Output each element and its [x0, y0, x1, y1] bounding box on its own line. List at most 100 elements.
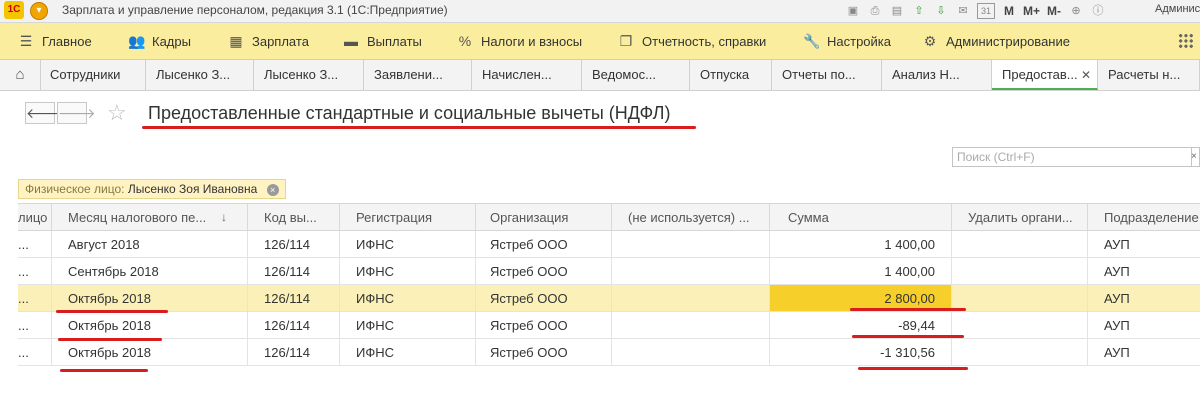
info-icon[interactable]: ⓘ [1090, 3, 1106, 19]
menu-item-main[interactable]: ☰ Главное [18, 23, 92, 59]
cell-code: 126/114 [248, 339, 340, 365]
cell-month: Октябрь 2018 [52, 339, 248, 365]
column-header-person[interactable]: лицо [18, 204, 52, 230]
cell-division: АУП [1104, 317, 1130, 333]
download-icon[interactable]: ⇩ [933, 3, 949, 19]
annotation-underline-month-3 [60, 369, 148, 372]
home-icon[interactable]: ⌂ [0, 60, 41, 90]
column-header-amount[interactable]: Сумма [770, 204, 952, 230]
close-tab-icon[interactable]: ✕ [1081, 60, 1091, 88]
cell-amount: 1 400,00 [770, 258, 952, 284]
menu-item-settings[interactable]: 🔧 Настройка [803, 23, 891, 59]
cell-person: ... [18, 312, 52, 338]
tab-lysenko-2[interactable]: Лысенко З... [254, 60, 364, 90]
cell-unused [612, 258, 770, 284]
all-functions-grid-icon[interactable] [1178, 33, 1194, 49]
column-header-delete-org[interactable]: Удалить органи... [952, 204, 1088, 230]
upload-icon[interactable]: ⇧ [911, 3, 927, 19]
column-header-registration[interactable]: Регистрация [340, 204, 476, 230]
column-header-organization[interactable]: Организация [476, 204, 612, 230]
menu-item-personnel[interactable]: 👥 Кадры [128, 23, 191, 59]
tab-applications[interactable]: Заявлени... [364, 60, 472, 90]
column-header-month[interactable]: Месяц налогового пе... ↓ [52, 204, 248, 230]
table-row[interactable]: ... Октябрь 2018 126/114 ИФНС Ястреб ООО… [18, 312, 1200, 339]
preview-icon[interactable]: ▤ [889, 3, 905, 19]
cell-delete-org [952, 258, 1088, 284]
mail-icon[interactable]: ✉ [955, 3, 971, 19]
toolbar-icons: ▣ ⎙ ▤ ⇧ ⇩ ✉ 31 M M+ M- ⊕ ⓘ [845, 2, 1106, 20]
cell-registration: ИФНС [340, 258, 476, 284]
tab-analysis[interactable]: Анализ Н... [882, 60, 992, 90]
memory-add-button[interactable]: M+ [1023, 3, 1040, 19]
report-icon: ❐ [619, 33, 633, 49]
table-header: лицо Месяц налогового пе... ↓ Код вы... Р… [18, 203, 1200, 231]
current-user[interactable]: Администратор [1155, 3, 1200, 15]
column-header-code[interactable]: Код вы... [248, 204, 340, 230]
cell-person: ... [18, 285, 52, 311]
cell-division: АУП [1104, 344, 1130, 360]
hamburger-icon: ☰ [19, 33, 33, 49]
menu-item-taxes[interactable]: % Налоги и взносы [457, 23, 582, 59]
memory-subtract-button[interactable]: M- [1046, 3, 1062, 19]
percent-icon: % [458, 33, 472, 49]
tab-accruals[interactable]: Начислен... [472, 60, 582, 90]
print-icon[interactable]: ⎙ [867, 3, 883, 19]
cell-division: АУП [1104, 263, 1130, 279]
menu-item-salary[interactable]: ▦ Зарплата [228, 23, 309, 59]
column-header-division[interactable]: Подразделение [1088, 204, 1200, 230]
filter-label: Физическое лицо: [25, 182, 125, 196]
cell-month: Октябрь 2018 [52, 312, 248, 338]
cell-amount: 1 400,00 [770, 231, 952, 257]
favorite-star-icon[interactable]: ☆ [107, 100, 127, 126]
cell-unused [612, 231, 770, 257]
table-row[interactable]: ... Август 2018 126/114 ИФНС Ястреб ООО … [18, 231, 1200, 258]
cell-organization: Ястреб ООО [476, 339, 612, 365]
cell-person: ... [18, 231, 52, 257]
search-input[interactable] [952, 147, 1192, 167]
tab-vacations[interactable]: Отпуска [690, 60, 772, 90]
cell-organization: Ястреб ООО [476, 231, 612, 257]
main-menu-dropdown-icon[interactable]: ▾ [30, 2, 48, 20]
cell-delete-org [952, 231, 1088, 257]
page-title: Предоставленные стандартные и социальные… [148, 103, 671, 123]
column-header-unused[interactable]: (не используется) ... [612, 204, 770, 230]
clear-filter-icon[interactable]: × [266, 183, 279, 196]
menu-item-reports[interactable]: ❐ Отчетность, справки [618, 23, 767, 59]
cell-code: 126/114 [248, 285, 340, 311]
cell-unused [612, 339, 770, 365]
tab-reports[interactable]: Отчеты по... [772, 60, 882, 90]
tab-statements[interactable]: Ведомос... [582, 60, 690, 90]
cell-delete-org [952, 312, 1088, 338]
cell-organization: Ястреб ООО [476, 312, 612, 338]
annotation-underline-month-1 [56, 310, 168, 313]
back-button[interactable]: 🡐 [25, 102, 64, 124]
zoom-in-icon[interactable]: ⊕ [1068, 3, 1084, 19]
open-windows-bar: ⌂ Сотрудники Лысенко З... Лысенко З... З… [0, 60, 1200, 91]
save-icon[interactable]: ▣ [845, 3, 861, 19]
cell-code: 126/114 [248, 312, 340, 338]
tab-deductions[interactable]: Предостав... ✕ [992, 60, 1098, 90]
cell-month: Октябрь 2018 [52, 285, 248, 311]
annotation-underline-amount-3 [858, 367, 968, 370]
forward-button[interactable]: 🡒 [57, 102, 96, 124]
menu-item-payments[interactable]: ▬ Выплаты [343, 23, 422, 59]
cell-month: Сентябрь 2018 [52, 258, 248, 284]
memory-m-button[interactable]: M [1001, 3, 1017, 19]
table-row[interactable]: ... Октябрь 2018 126/114 ИФНС Ястреб ООО… [18, 339, 1200, 366]
tab-lysenko-1[interactable]: Лысенко З... [146, 60, 254, 90]
tab-settlements[interactable]: Расчеты н... [1098, 60, 1200, 90]
search-clear-button[interactable]: × [1191, 147, 1200, 167]
menu-item-administration[interactable]: ⚙ Администрирование [922, 23, 1070, 59]
cell-amount: -1 310,56 [770, 339, 952, 365]
calendar-icon[interactable]: 31 [977, 3, 995, 19]
annotation-underline-amount-1 [850, 308, 966, 311]
table-row-selected[interactable]: ... Октябрь 2018 126/114 ИФНС Ястреб ООО… [18, 285, 1200, 312]
annotation-underline-month-2 [58, 338, 162, 341]
table-row[interactable]: ... Сентябрь 2018 126/114 ИФНС Ястреб ОО… [18, 258, 1200, 285]
wallet-icon: ▬ [344, 33, 358, 49]
tab-employees[interactable]: Сотрудники [40, 60, 146, 90]
cell-delete-org [952, 285, 1088, 311]
cell-unused [612, 312, 770, 338]
window-titlebar: 1С ▾ Зарплата и управление персоналом, р… [0, 0, 1200, 23]
annotation-underline-title [142, 126, 696, 129]
